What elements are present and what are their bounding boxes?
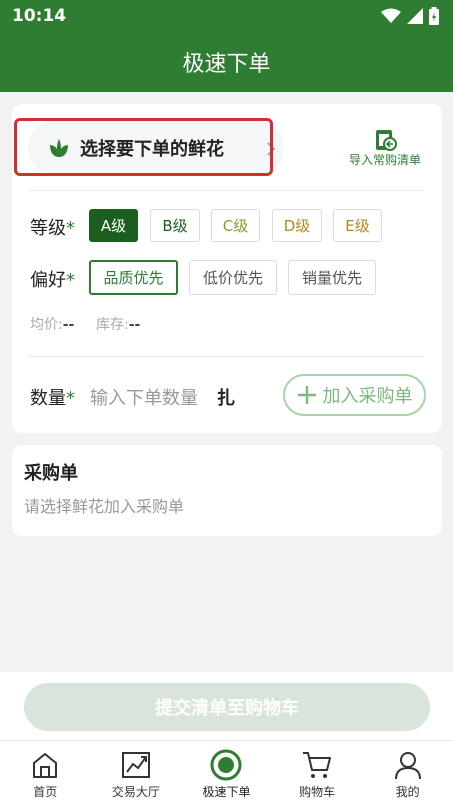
- status-icons: [381, 6, 439, 26]
- tab-trading-hall[interactable]: 交易大厅: [91, 741, 182, 805]
- home-icon: [33, 753, 58, 778]
- preference-option-low-price[interactable]: 低价优先: [189, 260, 277, 295]
- tab-quick-order-label: 极速下单: [202, 785, 251, 799]
- preference-option-quality[interactable]: 品质优先: [89, 260, 178, 295]
- quantity-input[interactable]: 输入下单数量: [90, 384, 198, 410]
- import-frequent-list-button[interactable]: 导入常购清单: [341, 126, 429, 172]
- highlight-box: [14, 118, 273, 176]
- import-frequent-list-label: 导入常购清单: [348, 153, 421, 167]
- grade-option-a[interactable]: A级: [89, 209, 138, 242]
- tab-cart[interactable]: 购物车: [272, 741, 363, 805]
- grade-option-d[interactable]: D级: [272, 209, 322, 242]
- divider: [28, 190, 424, 191]
- divider: [28, 356, 424, 357]
- add-to-purchase-list-label: 加入采购单: [322, 386, 413, 407]
- cart-icon: [303, 752, 332, 778]
- grade-option-c[interactable]: C级: [211, 209, 260, 242]
- quantity-label: 数量*: [30, 388, 75, 409]
- tab-home-label: 首页: [33, 785, 58, 799]
- tab-trading-hall-label: 交易大厅: [111, 785, 160, 799]
- tab-home[interactable]: 首页: [0, 741, 91, 805]
- submit-area: 提交清单至购物车: [0, 672, 453, 740]
- grade-option-b[interactable]: B级: [150, 209, 200, 242]
- grade-option-e[interactable]: E级: [333, 209, 382, 242]
- status-bar: 10:14: [0, 0, 453, 32]
- bottom-tab-bar: 首页 交易大厅 极速下单 购物车 我的: [0, 740, 453, 805]
- user-icon: [394, 752, 421, 780]
- purchase-list-card: 采购单 请选择鲜花加入采购单: [12, 445, 442, 536]
- plus-icon: [297, 386, 316, 404]
- page-title: 极速下单: [182, 52, 271, 77]
- grade-label: 等级*: [30, 218, 75, 239]
- submit-to-cart-button[interactable]: 提交清单至购物车: [24, 683, 430, 731]
- import-list-icon: [376, 130, 397, 151]
- status-time: 10:14: [12, 6, 67, 26]
- purchase-list-title: 采购单: [24, 463, 78, 484]
- tab-mine-label: 我的: [395, 785, 420, 799]
- tab-quick-order[interactable]: 极速下单: [181, 741, 272, 805]
- stock: 库存:--: [96, 317, 141, 333]
- preference-label: 偏好*: [30, 270, 75, 291]
- purchase-list-empty-hint: 请选择鲜花加入采购单: [24, 497, 185, 516]
- average-price: 均价:--: [30, 317, 75, 333]
- battery-icon: [429, 7, 439, 25]
- tab-mine[interactable]: 我的: [362, 741, 453, 805]
- page-title-bar: 极速下单: [0, 32, 453, 92]
- quick-order-icon: [210, 749, 242, 781]
- preference-option-sales[interactable]: 销量优先: [288, 260, 376, 295]
- wifi-icon: [381, 8, 401, 23]
- quantity-unit: 扎: [217, 388, 235, 409]
- add-to-purchase-list-button[interactable]: 加入采购单: [283, 374, 426, 416]
- signal-icon: [407, 8, 423, 24]
- trend-chart-icon: [121, 752, 150, 778]
- tab-cart-label: 购物车: [299, 785, 336, 799]
- order-form-card: 选择要下单的鲜花 导入常购清单 等级* A级 B级 C级 D级 E级 偏好* 品…: [12, 104, 442, 433]
